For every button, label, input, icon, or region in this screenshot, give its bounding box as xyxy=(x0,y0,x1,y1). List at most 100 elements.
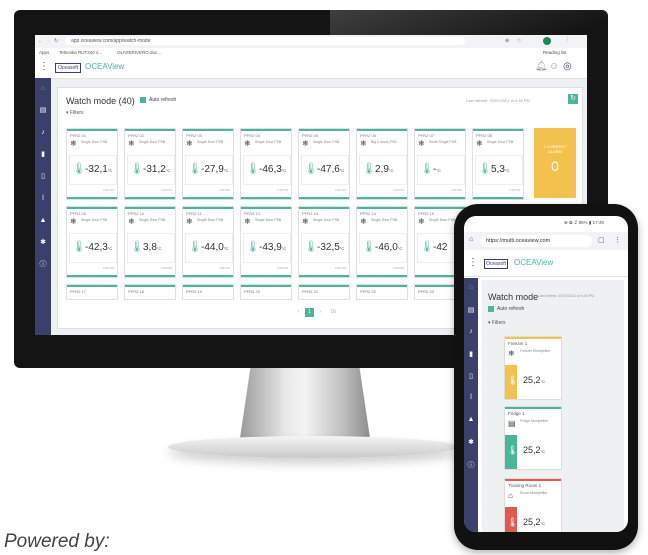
temperature-value: -31,2 xyxy=(143,164,166,175)
user-icon[interactable]: ◎ xyxy=(563,61,572,72)
reading-list[interactable]: Reading list xyxy=(543,50,567,55)
filters-toggle[interactable]: ▾ Filters xyxy=(66,110,84,116)
card-temperature: -42 xyxy=(433,242,447,253)
phone-home-nav-icon[interactable]: ⌂ xyxy=(466,284,476,291)
card-bottom-bar xyxy=(299,275,349,277)
thermometer-icon[interactable]: ǀ xyxy=(38,194,48,204)
phone-device-icon[interactable]: ▯ xyxy=(466,372,476,380)
card-status-bar xyxy=(125,207,175,209)
phone-chart-icon[interactable]: ▲ xyxy=(466,416,476,423)
phone-url: https://multi.oceaview.com xyxy=(486,238,551,244)
phone-thermometer-icon[interactable]: ǀ xyxy=(466,394,476,401)
card-name: PFRZ 21 xyxy=(302,289,319,294)
phone-filters-toggle[interactable]: ▾ Filters xyxy=(488,320,506,326)
bookmark-teltonika[interactable]: Teltonika RUT240 s... xyxy=(59,50,102,55)
menu-icon[interactable]: ⋮ xyxy=(565,37,570,43)
chart-icon[interactable]: ▲ xyxy=(38,216,48,226)
card-type: Single Door PSB xyxy=(313,218,340,222)
address-bar[interactable]: app.oceaview.com/app/watch-mode xyxy=(65,37,465,45)
per-page-select[interactable]: 16 xyxy=(331,309,337,315)
zoom-icon[interactable]: ⊕ xyxy=(505,38,509,44)
phone-menu-icon[interactable]: ⋮ xyxy=(614,236,621,244)
phone-dashboard-icon[interactable]: ▤ xyxy=(466,306,476,314)
document-icon[interactable]: ▮ xyxy=(38,150,48,160)
sensor-card[interactable]: PFRZ 20 xyxy=(240,284,292,300)
sensor-card[interactable]: PFRZ 04 ❄ Single Door PSB 🌡︎ -46,3°C 4:35 PM xyxy=(240,128,292,200)
back-icon[interactable]: ← xyxy=(38,38,43,44)
card-status-bar xyxy=(67,207,117,209)
sensor-card[interactable]: PFRZ 01 ❄ Single Door PSB 🌡︎ -32,1°C 4:35 PM xyxy=(66,128,118,200)
auto-refresh-checkbox[interactable] xyxy=(140,97,146,103)
phone-card-temperature: 25,2°C xyxy=(523,517,545,527)
page-current[interactable]: 1 xyxy=(305,308,315,317)
temperature-unit: °C xyxy=(281,168,287,173)
phone-sensor-card[interactable]: Freezer 1 ❄ Freezer Montpellier 🌡︎ 25,2°C xyxy=(504,336,562,400)
sensor-card[interactable]: PFRZ 12 ❄ Single Door PSB 🌡︎ -43,9°C 4:35 PM xyxy=(240,206,292,278)
sensor-card[interactable]: PFRZ 09 ❄ Single Door PSB 🌡︎ -42,3°C 4:35 PM xyxy=(66,206,118,278)
sensor-card[interactable]: PFRZ 13 ❄ Single Door PSB 🌡︎ -32,5°C 4:35 PM xyxy=(298,206,350,278)
profile-icon[interactable] xyxy=(543,37,551,45)
phone-document-icon[interactable]: ▮ xyxy=(466,350,476,358)
sensor-card[interactable]: PFRZ 03 ❄ Single Door PSB 🌡︎ -27,9°C 4:35 PM xyxy=(182,128,234,200)
hamburger-icon[interactable]: ⋮ xyxy=(39,61,49,72)
sensor-card[interactable]: PFRZ 17 xyxy=(66,284,118,300)
sensor-card[interactable]: PFRZ 22 xyxy=(356,284,408,300)
snowflake-icon: ❄ xyxy=(302,217,309,226)
card-type: Single Door PSB xyxy=(139,218,166,222)
card-name: PFRZ 07 xyxy=(418,133,435,138)
phone-info-icon[interactable]: ⓘ xyxy=(466,460,476,470)
card-type: Single Door PSB xyxy=(255,218,282,222)
star-icon[interactable]: ☆ xyxy=(517,38,521,44)
reload-icon[interactable]: ↻ xyxy=(54,38,58,44)
thermometer-icon: 🌡︎ xyxy=(72,241,86,253)
bell-icon[interactable]: 🔔︎ xyxy=(535,61,548,72)
card-name: PFRZ 13 xyxy=(302,211,319,216)
sensor-card[interactable]: PFRZ 07 ❄ Small Single PSB 🌡︎ -°C 4:35 PM xyxy=(414,128,466,200)
card-bottom-bar xyxy=(357,275,407,277)
temperature-value: -46,0 xyxy=(375,242,398,253)
bookmark-apps[interactable]: Apps xyxy=(39,50,49,55)
home-icon[interactable]: ⌂ xyxy=(38,84,48,94)
temperature-unit: °C xyxy=(223,168,229,173)
phone-auto-refresh-checkbox[interactable] xyxy=(488,306,494,312)
info-icon[interactable]: ⓘ xyxy=(38,260,48,270)
card-type: Single Door PSB xyxy=(255,140,282,144)
sensor-card[interactable]: PFRZ 18 xyxy=(124,284,176,300)
sensor-card[interactable]: PFRZ 08 ❄ Single Door PSB 🌡︎ 5,3°C 4:35 PM xyxy=(472,128,524,200)
bookmark-doc[interactable]: OLIVIERIVERO.doc... xyxy=(117,50,161,55)
prev-page-icon[interactable]: ‹ xyxy=(298,309,300,315)
card-temperature: -44,0°C xyxy=(201,242,228,253)
phone-address-bar[interactable]: https://multi.oceaview.com xyxy=(480,235,592,247)
phone-browser-bar: ⌂ https://multi.oceaview.com ▢ ⋮ xyxy=(464,232,628,250)
settings-icon[interactable]: ✱ xyxy=(38,238,48,248)
sensor-card[interactable]: PFRZ 14 ❄ Single Door PSB 🌡︎ -46,0°C 4:35 PM xyxy=(356,206,408,278)
sensor-card[interactable]: PFRZ 19 xyxy=(182,284,234,300)
phone-watch-title: Watch mode xyxy=(488,292,539,302)
sensor-card[interactable]: PFRZ 02 ❄ Single Door PSB 🌡︎ -31,2°C 4:35 PM xyxy=(124,128,176,200)
next-page-icon[interactable]: › xyxy=(319,309,321,315)
phone-settings-icon[interactable]: ✱ xyxy=(466,438,476,446)
card-timestamp: 4:35 PM xyxy=(160,266,172,270)
phone-sensor-card[interactable]: Fridge 1 ▤ Fridge Montpellier 🌡︎ 25,2°C xyxy=(504,406,562,470)
sensor-card[interactable]: PFRZ 05 ❄ Single Door PSB 🌡︎ -47,6°C 4:35 PM xyxy=(298,128,350,200)
device-icon[interactable]: ▯ xyxy=(38,172,48,182)
card-name: PFRZ 19 xyxy=(186,289,203,294)
snowflake-icon: ❄ xyxy=(186,217,193,226)
help-icon[interactable]: ☺ xyxy=(549,61,559,72)
forward-icon[interactable]: → xyxy=(46,38,51,44)
phone-home-icon[interactable]: ⌂ xyxy=(469,236,473,243)
alarm-card[interactable]: 1 CURRENT ALARM 0 xyxy=(534,128,576,198)
sensor-card[interactable]: PFRZ 11 ❄ Single Door PSB 🌡︎ -44,0°C 4:35 PM xyxy=(182,206,234,278)
alarm-bell-icon[interactable]: ♪ xyxy=(38,128,48,138)
sensor-card[interactable]: PFRZ 06 ❄ Big 2 doors PSB 🌡︎ 2,9°C 4:35 PM xyxy=(356,128,408,200)
card-bottom-bar xyxy=(67,197,117,199)
phone-tabs-icon[interactable]: ▢ xyxy=(598,236,605,244)
sensor-card[interactable]: PFRZ 21 xyxy=(298,284,350,300)
thermometer-icon: 🌡︎ xyxy=(362,241,376,253)
sensor-card[interactable]: PFRZ 10 ❄ Single Door PSB 🌡︎ 3,8°C 4:35 PM xyxy=(124,206,176,278)
refresh-icon[interactable]: ↻ xyxy=(568,94,578,104)
dashboard-icon[interactable]: ▤ xyxy=(38,106,48,116)
phone-hamburger-icon[interactable]: ⋮ xyxy=(468,257,478,268)
phone-sensor-card[interactable]: Training Room 1 ⌂ Room Montpellier 🌡︎ 25,2°C xyxy=(504,478,562,532)
phone-bell-icon[interactable]: ♪ xyxy=(466,328,476,335)
